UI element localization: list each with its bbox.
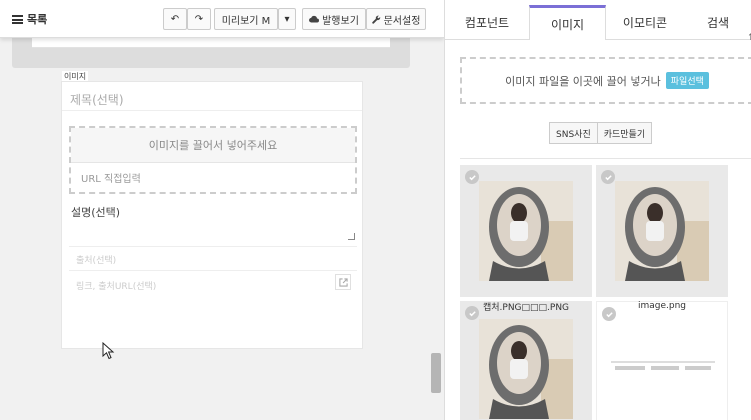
source-input[interactable]: 출처(선택) xyxy=(76,253,116,266)
editor-scrollbar[interactable] xyxy=(428,38,444,420)
editor-toolbar: 목록 ↶ ↷ 미리보기 M ▾ 발행보기 문서설정 xyxy=(0,0,444,38)
thumbnail-photo xyxy=(479,319,573,419)
upload-drop-zone[interactable]: 이미지 파일을 이곳에 끌어 넣거나 파일선택 xyxy=(460,57,751,104)
publish-view-label: 발행보기 xyxy=(322,15,359,27)
thumbnail-filename: 캡처.PNG□□□.PNG xyxy=(482,303,570,313)
description-label: 설명(선택) xyxy=(71,206,121,219)
preview-label: 미리보기 M xyxy=(221,15,271,27)
mouse-cursor-icon xyxy=(102,342,115,360)
check-icon[interactable] xyxy=(465,306,479,320)
thumbnail-filename: image.png xyxy=(637,301,687,311)
divider xyxy=(69,270,357,271)
publish-view-button[interactable]: 발행보기 xyxy=(302,8,366,30)
redo-button[interactable]: ↷ xyxy=(187,8,211,30)
previous-block-content xyxy=(32,38,390,48)
redo-icon: ↷ xyxy=(194,13,204,25)
thumbnail-screenshot xyxy=(611,360,715,374)
drop-zone-text: 이미지를 끌어서 넣어주세요 xyxy=(71,128,355,163)
undo-button[interactable]: ↶ xyxy=(163,8,187,30)
thumbnail-photo xyxy=(615,181,709,281)
check-icon[interactable] xyxy=(465,170,479,184)
previous-block xyxy=(12,38,410,68)
external-link-icon[interactable] xyxy=(335,274,351,290)
chevron-down-icon: ▾ xyxy=(284,13,290,25)
panel-tabs: 컴포넌트 이미지 이모티콘 검색 xyxy=(445,0,751,41)
document-settings-button[interactable]: 문서설정 xyxy=(366,8,426,30)
wrench-icon xyxy=(371,15,380,24)
image-thumbnail[interactable] xyxy=(460,165,592,297)
upload-text: 이미지 파일을 이곳에 끌어 넣거나 xyxy=(505,74,661,88)
editor-canvas: 이미지 제목(선택) 이미지를 끌어서 넣어주세요 URL 직접입력 설명(선택… xyxy=(0,38,428,420)
image-thumbnail[interactable] xyxy=(596,165,728,297)
cloud-icon xyxy=(309,15,320,23)
image-title-input[interactable]: 제목(선택) xyxy=(70,91,124,108)
preview-button[interactable]: 미리보기 M xyxy=(214,8,278,30)
divider xyxy=(460,158,751,159)
url-input[interactable]: URL 직접입력 xyxy=(71,163,355,192)
editor-area: 목록 ↶ ↷ 미리보기 M ▾ 발행보기 문서설정 이미지 제목(선택) 이미지… xyxy=(0,0,444,420)
divider xyxy=(62,110,362,111)
image-thumbnail[interactable]: image.png xyxy=(596,301,728,420)
link-input[interactable]: 링크, 출처URL(선택) xyxy=(76,279,156,292)
undo-icon: ↶ xyxy=(170,13,180,25)
image-drop-zone[interactable]: 이미지를 끌어서 넣어주세요 URL 직접입력 xyxy=(69,126,357,194)
menu-label: 목록 xyxy=(27,13,48,26)
tab-images[interactable]: 이미지 xyxy=(529,5,606,41)
tab-emoticons[interactable]: 이모티콘 xyxy=(606,5,684,40)
hamburger-icon xyxy=(12,14,23,24)
resize-handle-icon[interactable] xyxy=(348,233,355,240)
check-icon[interactable] xyxy=(601,170,615,184)
divider xyxy=(69,246,357,247)
image-panel: 이미지 파일을 이곳에 끌어 넣거나 파일선택 SNS사진 카드만들기 캡처.P… xyxy=(445,40,751,420)
preview-dropdown-button[interactable]: ▾ xyxy=(278,8,296,30)
description-textarea[interactable] xyxy=(69,220,357,242)
card-maker-button[interactable]: 카드만들기 xyxy=(597,122,653,144)
image-source-buttons: SNS사진 카드만들기 xyxy=(549,122,653,144)
document-settings-label: 문서설정 xyxy=(383,15,421,27)
file-select-button[interactable]: 파일선택 xyxy=(665,72,709,89)
image-thumbnail[interactable]: 캡처.PNG□□□.PNG xyxy=(460,301,592,420)
tab-search[interactable]: 검색 xyxy=(684,5,751,40)
sns-photo-button[interactable]: SNS사진 xyxy=(549,122,598,144)
check-icon[interactable] xyxy=(602,307,616,321)
image-block[interactable]: 제목(선택) 이미지를 끌어서 넣어주세요 URL 직접입력 설명(선택) 출처… xyxy=(61,81,363,349)
menu-button[interactable]: 목록 xyxy=(12,11,47,27)
tab-components[interactable]: 컴포넌트 xyxy=(445,5,529,40)
side-panel: 컴포넌트 이미지 이모티콘 검색 ↑ 이미지 파일을 이곳에 끌어 넣거나 파일… xyxy=(444,0,751,420)
thumbnail-photo xyxy=(479,181,573,281)
scrollbar-thumb[interactable] xyxy=(431,353,441,393)
